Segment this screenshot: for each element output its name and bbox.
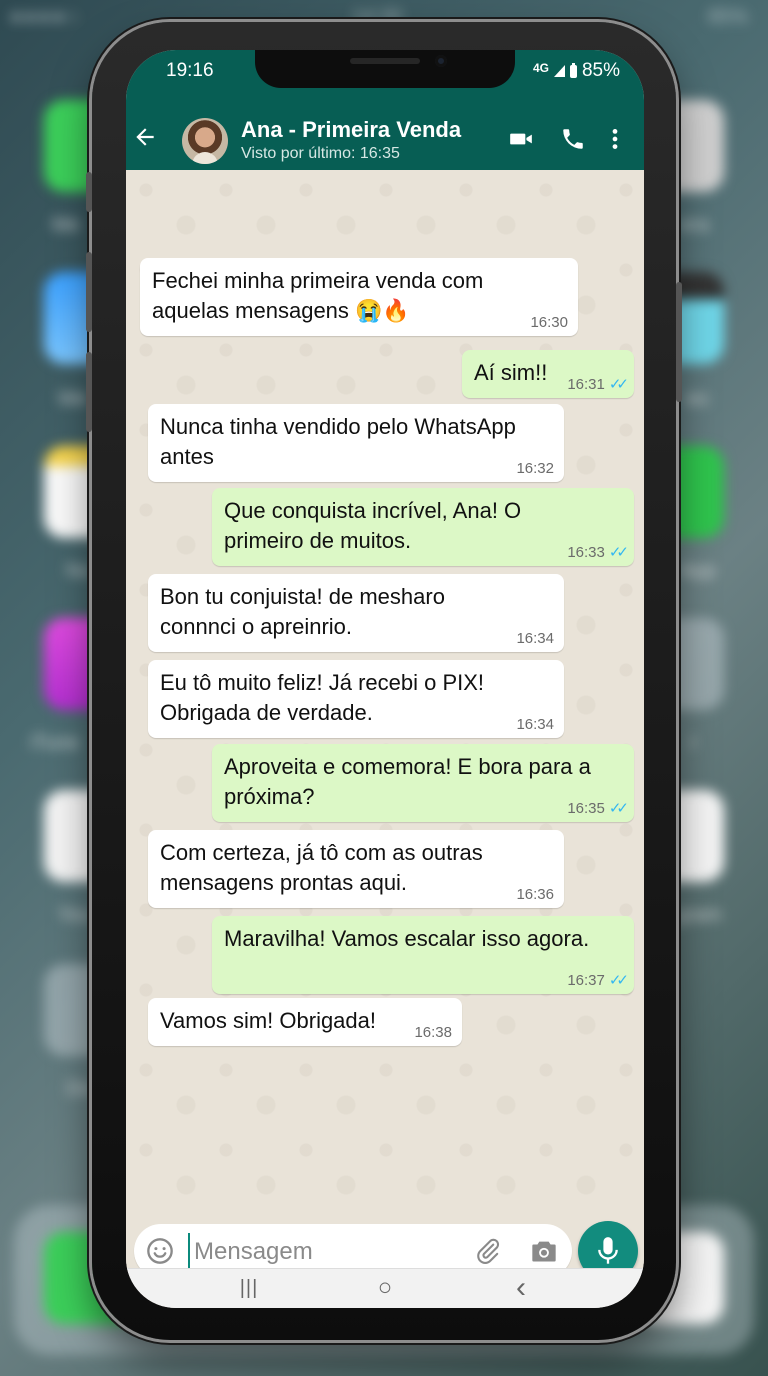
message-bubble-outgoing[interactable]: Que conquista incrível, Ana! O primeiro … — [212, 488, 634, 566]
home-button[interactable]: ○ — [368, 1274, 402, 1301]
message-input[interactable] — [188, 1233, 466, 1271]
message-time: 16:34 — [516, 717, 554, 733]
background-signal-dots: ●●●●○ — [10, 6, 81, 28]
message-bubble-incoming[interactable]: Eu tô muito feliz! Já recebi o PIX! Obri… — [148, 660, 564, 738]
background-battery: 85% — [707, 6, 748, 28]
app-label: r — [690, 732, 697, 754]
message-time: 16:30 — [530, 315, 568, 331]
message-time: 16:36 — [516, 887, 554, 903]
status-indicators: 4G 85% — [533, 60, 620, 82]
time-value: 16:37 — [567, 972, 605, 989]
app-label: Me — [52, 214, 80, 236]
contact-name[interactable]: Ana - Primeira Venda — [241, 117, 461, 143]
more-options-icon[interactable] — [608, 126, 622, 152]
time-value: 16:32 — [516, 460, 554, 477]
app-label: gram — [676, 904, 722, 926]
app-label: No — [66, 560, 92, 582]
message-bubble-outgoing[interactable]: Aí sim!! 16:31 ✓✓ — [462, 350, 634, 398]
navigation-bar: ||| ○ ‹ — [126, 1268, 644, 1308]
message-text: Vamos sim! Obrigada! — [160, 1008, 377, 1033]
notch — [255, 50, 515, 88]
message-text: Eu tô muito feliz! Já recebi o PIX! Obri… — [160, 670, 485, 725]
earpiece-speaker — [350, 58, 420, 64]
time-value: 16:38 — [414, 1024, 452, 1041]
message-text: Bon tu conjuista! de mesharo connnci o a… — [160, 584, 445, 639]
back-arrow-icon[interactable] — [132, 124, 158, 150]
time-value: 16:34 — [516, 716, 554, 733]
status-time: 19:16 — [166, 60, 214, 81]
read-receipt-icon: ✓✓ — [608, 972, 629, 989]
emoji-icon[interactable] — [146, 1237, 174, 1265]
message-text: Maravilha! Vamos escalar isso agora. — [224, 926, 590, 951]
mute-switch — [86, 172, 92, 212]
volume-up-button — [86, 252, 92, 332]
message-bubble-incoming[interactable]: Com certeza, já tô com as outras mensage… — [148, 830, 564, 908]
time-value: 16:36 — [516, 886, 554, 903]
microphone-icon — [598, 1237, 618, 1264]
front-camera — [435, 55, 447, 67]
volume-down-button — [86, 352, 92, 432]
contact-avatar[interactable] — [182, 118, 228, 164]
chat-area[interactable]: Fechei minha primeira venda com aquelas … — [126, 170, 644, 1215]
message-text: Fechei minha primeira venda com aquelas … — [152, 268, 484, 323]
phone-screen: 19:16 4G 85% Ana - Primeira Venda Visto … — [126, 50, 644, 1308]
app-label: eo — [686, 388, 709, 410]
message-time: 16:31 ✓✓ — [567, 376, 629, 393]
message-time: 16:32 — [516, 461, 554, 477]
time-value: 16:34 — [516, 630, 554, 647]
message-text: Nunca tinha vendido pelo WhatsApp antes — [160, 414, 516, 469]
message-time: 16:33 ✓✓ — [567, 544, 629, 561]
message-text: Que conquista incrível, Ana! O primeiro … — [224, 498, 522, 553]
network-type: 4G — [532, 61, 549, 75]
phone-call-icon[interactable] — [560, 126, 586, 152]
message-time: 16:35 ✓✓ — [567, 800, 629, 817]
phone-frame: 19:16 4G 85% Ana - Primeira Venda Visto … — [86, 22, 682, 1340]
camera-icon[interactable] — [530, 1238, 558, 1264]
time-value: 16:33 — [567, 544, 605, 561]
message-text: Aproveita e comemora! E bora para a próx… — [224, 754, 591, 809]
time-value: 16:35 — [567, 800, 605, 817]
message-bubble-incoming[interactable]: Bon tu conjuista! de mesharo connnci o a… — [148, 574, 564, 652]
message-bubble-outgoing[interactable]: Aproveita e comemora! E bora para a próx… — [212, 744, 634, 822]
back-button[interactable]: ‹ — [504, 1271, 538, 1304]
video-call-icon[interactable] — [506, 126, 536, 152]
message-time: 16:37 ✓✓ — [567, 972, 629, 989]
read-receipt-icon: ✓✓ — [608, 800, 629, 817]
attach-clip-icon[interactable] — [474, 1237, 502, 1265]
app-label: era — [680, 214, 709, 236]
battery-percent: 85% — [581, 60, 620, 81]
message-bubble-incoming[interactable]: Fechei minha primeira venda com aquelas … — [140, 258, 578, 336]
message-time: 16:38 — [414, 1025, 452, 1041]
read-receipt-icon: ✓✓ — [608, 544, 629, 561]
app-label: You — [58, 904, 92, 926]
message-bubble-incoming[interactable]: Vamos sim! Obrigada! 16:38 — [148, 998, 462, 1046]
message-bubble-outgoing[interactable]: Maravilha! Vamos escalar isso agora. 16:… — [212, 916, 634, 994]
app-label: Dic — [66, 1078, 95, 1100]
message-bubble-incoming[interactable]: Nunca tinha vendido pelo WhatsApp antes … — [148, 404, 564, 482]
time-value: 16:31 — [567, 376, 605, 393]
power-button — [676, 282, 682, 402]
app-label: App — [680, 560, 716, 582]
app-label: iTune — [30, 732, 80, 754]
read-receipt-icon: ✓✓ — [608, 376, 629, 393]
recent-apps-button[interactable]: ||| — [232, 1277, 266, 1301]
message-time: 16:34 — [516, 631, 554, 647]
signal-icon — [553, 65, 565, 77]
message-text: Com certeza, já tô com as outras mensage… — [160, 840, 483, 895]
time-value: 16:30 — [530, 314, 568, 331]
app-label: We — [58, 388, 88, 410]
battery-icon — [569, 62, 577, 78]
last-seen-status: Visto por último: 16:35 — [241, 145, 400, 162]
